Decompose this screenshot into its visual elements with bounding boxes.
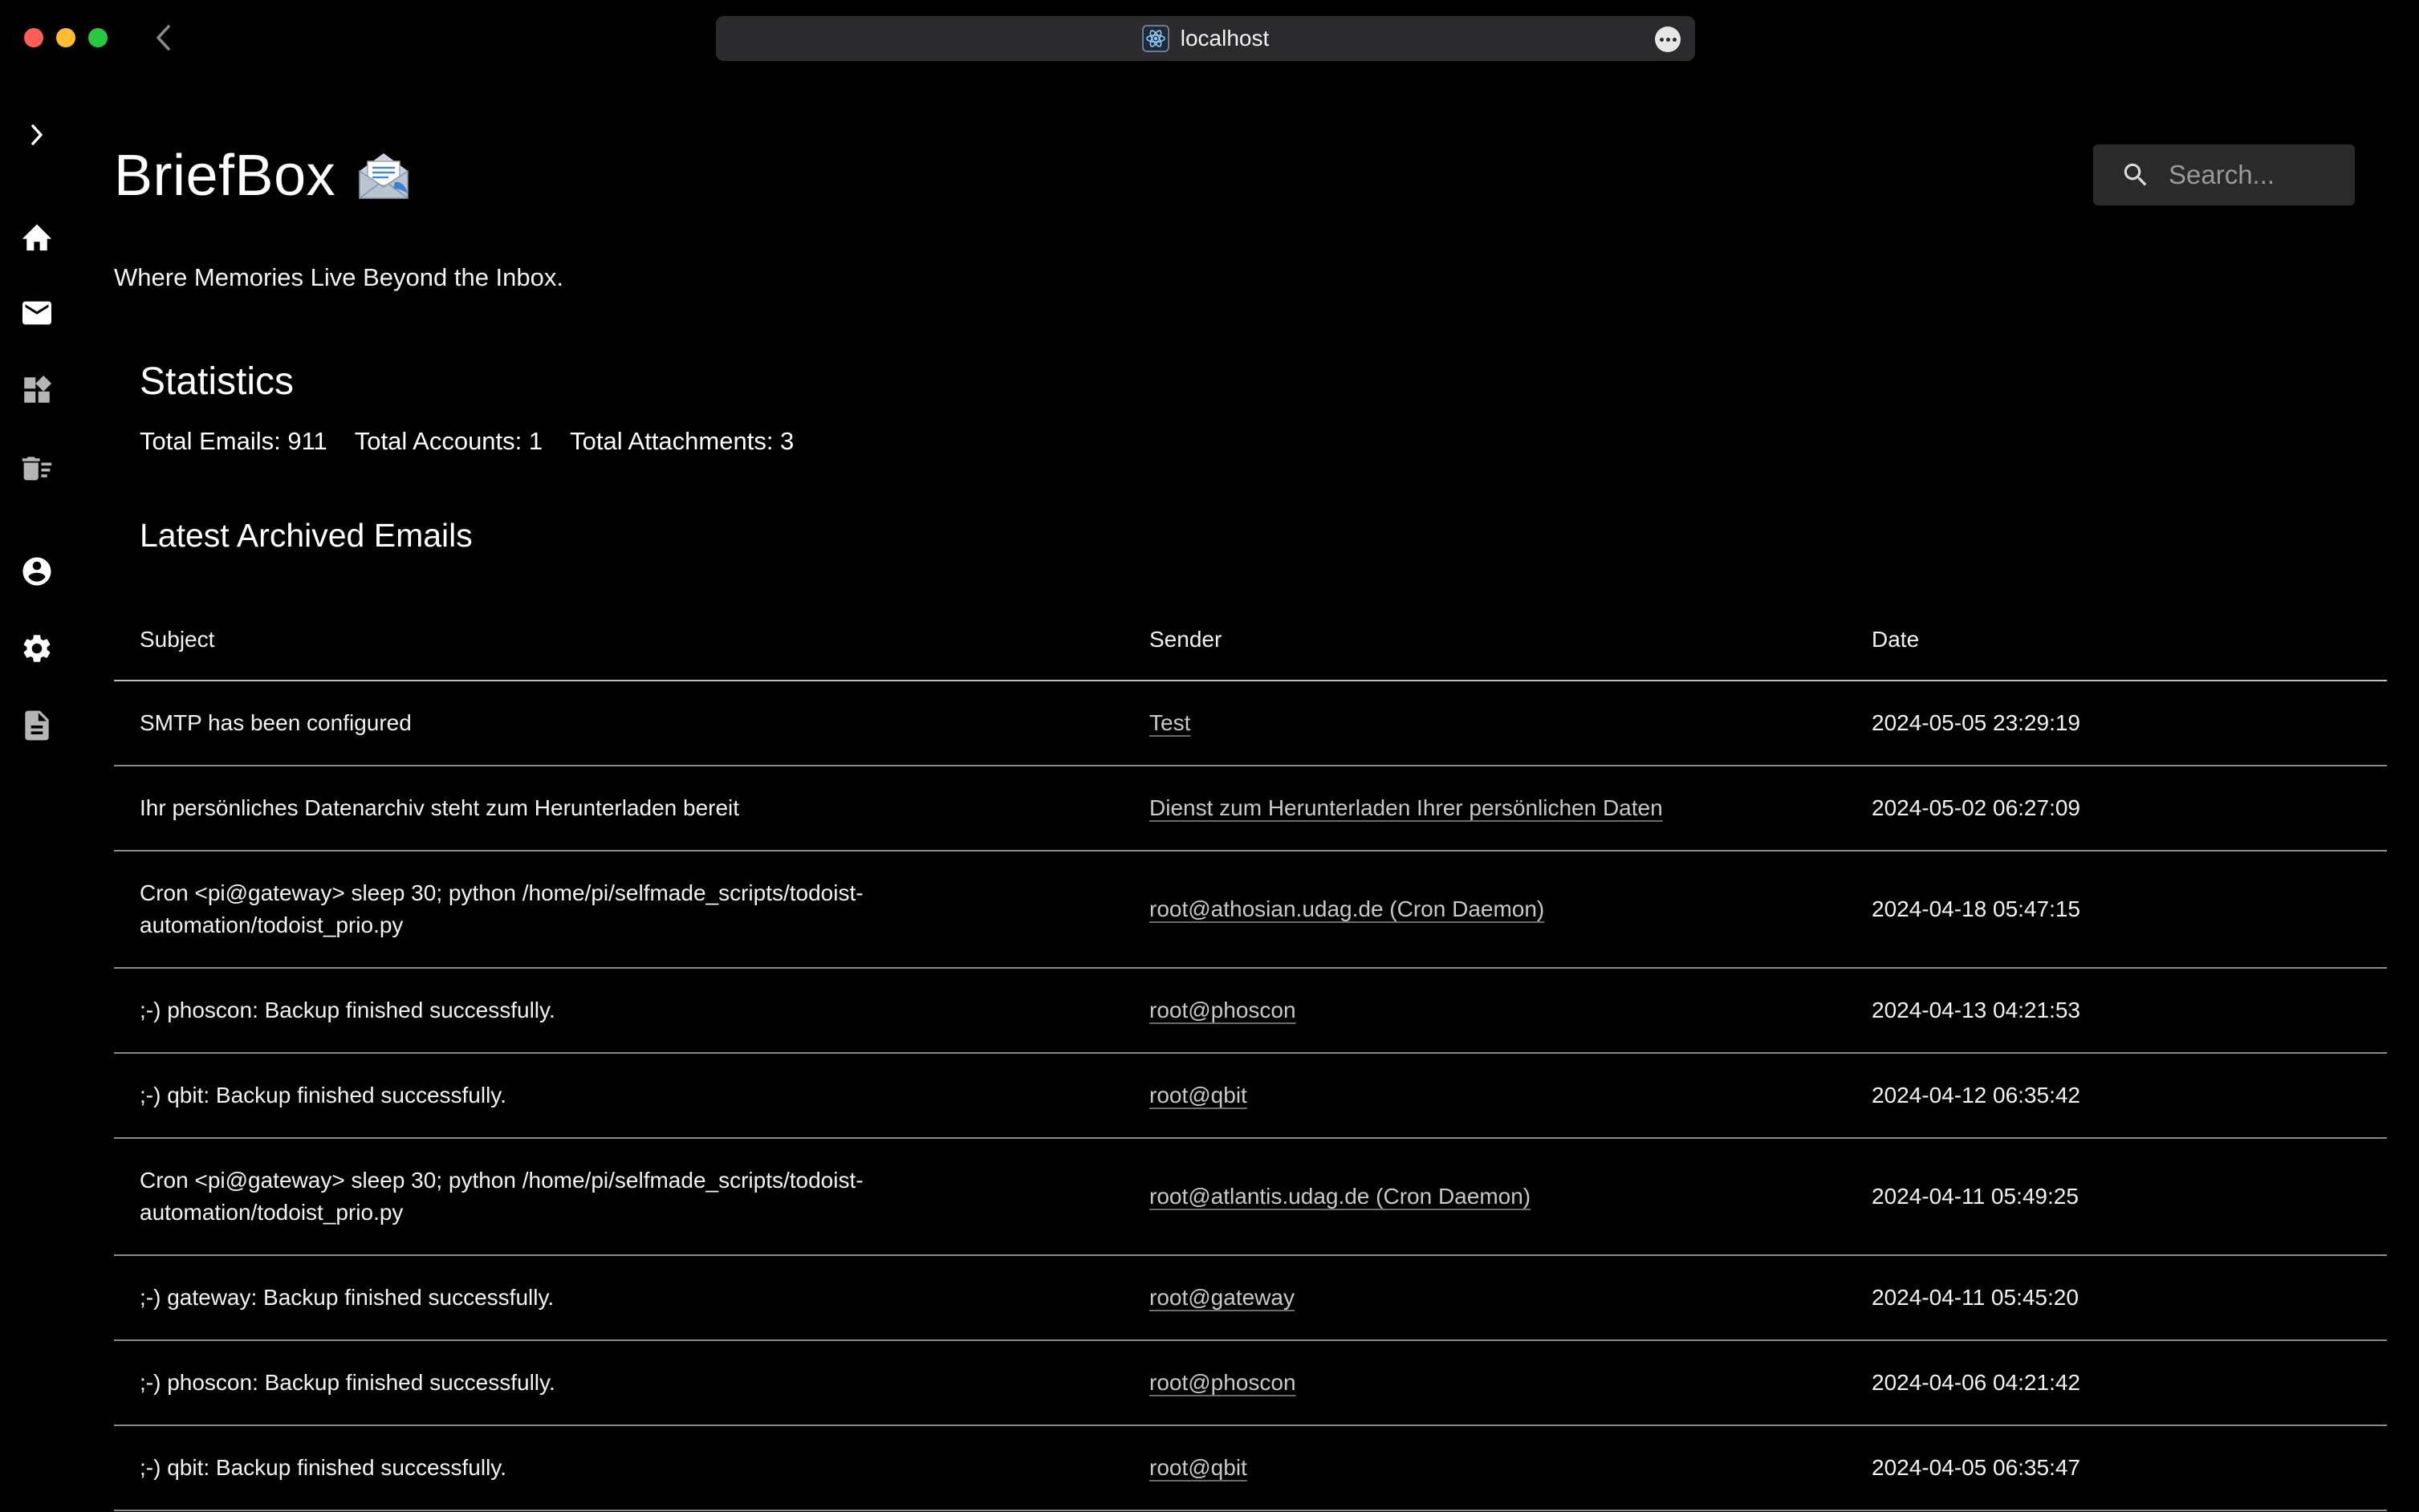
email-date: 2024-05-02 06:27:09 xyxy=(1872,766,2387,852)
minimize-window-button[interactable] xyxy=(56,28,75,47)
email-sender-link[interactable]: root@qbit xyxy=(1149,1455,1247,1480)
account-circle-icon xyxy=(22,557,51,586)
statistics-title: Statistics xyxy=(140,360,295,403)
email-subject: ;-) qbit: Backup finished successfully. xyxy=(140,1083,507,1108)
email-date: 2024-04-11 05:45:20 xyxy=(1872,1255,2387,1341)
email-subject: Ihr persönliches Datenarchiv steht zum H… xyxy=(140,795,740,820)
email-sender-link[interactable]: Test xyxy=(1149,710,1190,735)
table-row[interactable]: Ihr persönliches Datenarchiv steht zum H… xyxy=(114,766,2387,852)
statistics-row: Total Emails: 911 Total Accounts: 1 Tota… xyxy=(140,427,794,456)
email-subject: ;-) phoscon: Backup finished successfull… xyxy=(140,998,555,1022)
email-date: 2024-04-18 05:47:15 xyxy=(1872,851,2387,969)
sidebar-item-documents[interactable] xyxy=(14,703,59,748)
table-row[interactable]: ;-) gateway: Backup finished successfull… xyxy=(114,1255,2387,1341)
delete-sweep-icon xyxy=(22,457,52,481)
email-sender-link[interactable]: root@phoscon xyxy=(1149,1370,1296,1395)
email-date: 2024-04-06 04:21:42 xyxy=(1872,1340,2387,1426)
email-subject: Cron <pi@gateway> sleep 30; python /home… xyxy=(140,880,864,937)
envelope-icon xyxy=(359,153,409,199)
emails-table: Subject Sender Date SMTP has been config… xyxy=(114,599,2387,1511)
page-title: BriefBox xyxy=(114,144,336,208)
search-icon xyxy=(2124,163,2147,186)
browser-back-button[interactable] xyxy=(151,21,175,55)
email-sender-link[interactable]: root@qbit xyxy=(1149,1083,1247,1108)
email-sender-link[interactable]: root@gateway xyxy=(1149,1285,1295,1310)
table-row[interactable]: ;-) qbit: Backup finished successfully. … xyxy=(114,1425,2387,1511)
email-subject: Cron <pi@gateway> sleep 30; python /home… xyxy=(140,1168,864,1225)
chevron-right-icon xyxy=(31,124,43,145)
mail-icon xyxy=(22,301,51,325)
email-sender-link[interactable]: Dienst zum Herunterladen Ihrer persönlic… xyxy=(1149,795,1663,820)
email-sender-link[interactable]: root@atlantis.udag.de (Cron Daemon) xyxy=(1149,1184,1531,1209)
search-box[interactable] xyxy=(2093,144,2355,205)
table-row[interactable]: SMTP has been configured Test 2024-05-05… xyxy=(114,681,2387,766)
email-subject: ;-) qbit: Backup finished successfully. xyxy=(140,1455,507,1480)
more-options-icon[interactable] xyxy=(1655,26,1681,52)
email-date: 2024-04-13 04:21:53 xyxy=(1872,968,2387,1054)
maximize-window-button[interactable] xyxy=(88,28,108,47)
email-subject: SMTP has been configured xyxy=(140,710,412,735)
sidebar-item-account[interactable] xyxy=(14,549,59,594)
url-text: localhost xyxy=(1180,26,1270,51)
sidebar-item-settings[interactable] xyxy=(14,626,59,671)
table-row[interactable]: Cron <pi@gateway> sleep 30; python /home… xyxy=(114,1138,2387,1256)
email-subject: ;-) gateway: Backup finished successfull… xyxy=(140,1285,555,1310)
react-favicon-icon xyxy=(1141,25,1169,52)
email-date: 2024-04-05 06:35:47 xyxy=(1872,1425,2387,1511)
email-date: 2024-05-05 23:29:19 xyxy=(1872,681,2387,766)
table-row[interactable]: Cron <pi@gateway> sleep 30; python /home… xyxy=(114,851,2387,969)
document-icon xyxy=(25,710,49,741)
home-icon xyxy=(22,224,52,251)
column-header-subject[interactable]: Subject xyxy=(114,599,1149,681)
email-date: 2024-04-12 06:35:42 xyxy=(1872,1053,2387,1139)
chevron-left-icon xyxy=(157,25,170,51)
column-header-sender[interactable]: Sender xyxy=(1149,599,1872,681)
tagline: Where Memories Live Beyond the Inbox. xyxy=(114,263,563,291)
sidebar-item-dashboard[interactable] xyxy=(14,368,59,413)
address-bar[interactable]: localhost xyxy=(716,16,1695,61)
table-row[interactable]: ;-) qbit: Backup finished successfully. … xyxy=(114,1053,2387,1139)
search-input[interactable] xyxy=(2169,160,2345,190)
gear-icon xyxy=(23,635,51,662)
table-row[interactable]: ;-) phoscon: Backup finished successfull… xyxy=(114,968,2387,1054)
close-window-button[interactable] xyxy=(24,28,43,47)
stat-total-accounts: Total Accounts: 1 xyxy=(354,427,543,455)
table-header-row: Subject Sender Date xyxy=(114,599,2387,681)
email-date: 2024-04-11 05:49:25 xyxy=(1872,1138,2387,1256)
sidebar-item-delete-list[interactable] xyxy=(14,445,59,490)
table-row[interactable]: ;-) phoscon: Backup finished successfull… xyxy=(114,1340,2387,1426)
latest-emails-title: Latest Archived Emails xyxy=(140,517,473,554)
email-sender-link[interactable]: root@athosian.udag.de (Cron Daemon) xyxy=(1149,896,1544,921)
email-sender-link[interactable]: root@phoscon xyxy=(1149,998,1296,1022)
title-row: BriefBox xyxy=(114,143,413,209)
sidebar-item-emails[interactable] xyxy=(14,291,59,335)
sidebar-item-home[interactable] xyxy=(14,213,59,258)
dashboard-icon xyxy=(24,375,52,403)
stat-total-attachments: Total Attachments: 3 xyxy=(570,427,795,455)
email-subject: ;-) phoscon: Backup finished successfull… xyxy=(140,1370,555,1395)
column-header-date[interactable]: Date xyxy=(1872,599,2387,681)
window-controls xyxy=(24,28,108,47)
stat-total-emails: Total Emails: 911 xyxy=(140,427,327,455)
expand-sidebar-button[interactable] xyxy=(14,112,59,157)
